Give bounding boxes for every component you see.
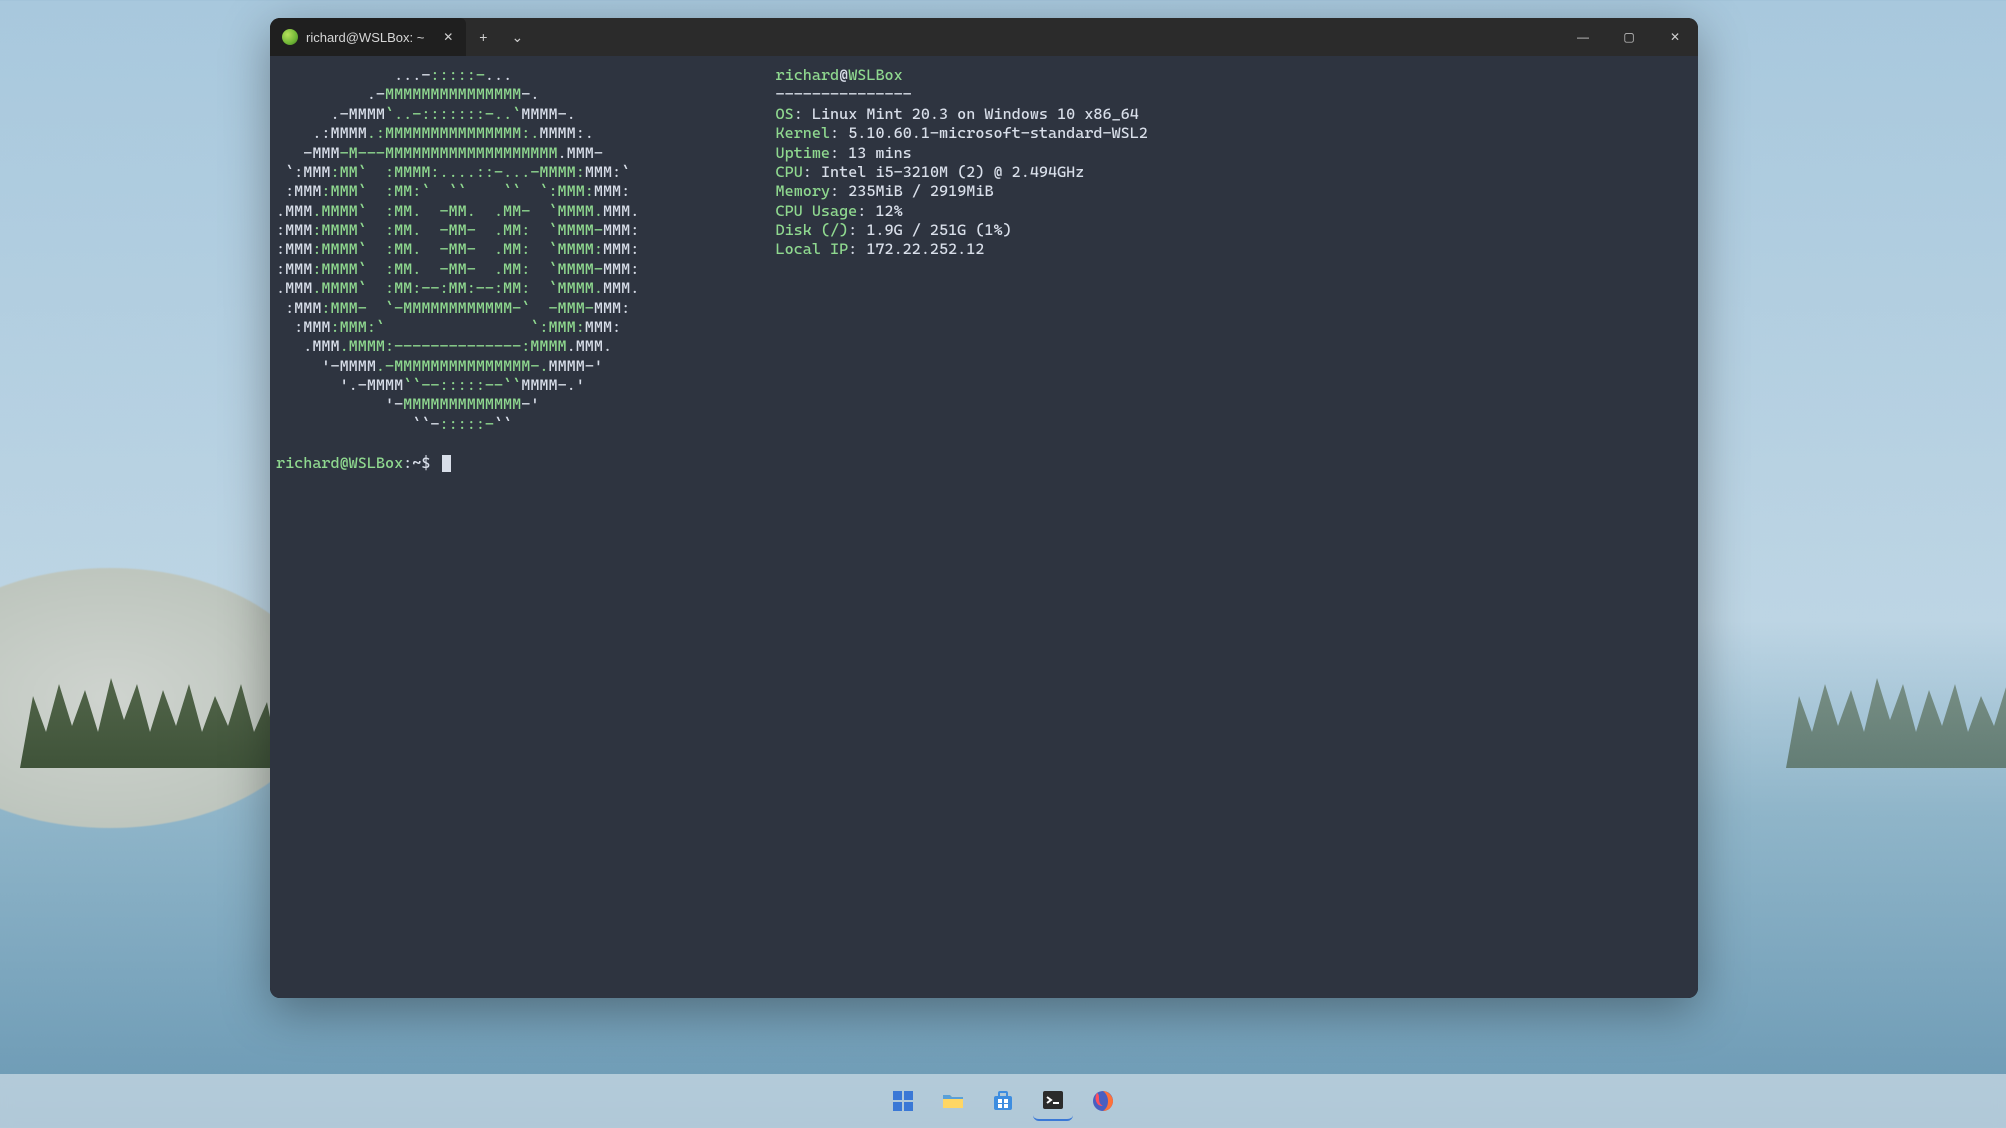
cursor xyxy=(442,455,451,472)
tab-dropdown-button[interactable]: ⌄ xyxy=(500,18,534,56)
new-tab-button[interactable]: + xyxy=(466,18,500,56)
store-icon xyxy=(991,1089,1015,1113)
terminal-window: richard@WSLBox: ~ ✕ + ⌄ ― ▢ ✕ ...-:::::-… xyxy=(270,18,1698,998)
windows-icon xyxy=(891,1089,915,1113)
maximize-button[interactable]: ▢ xyxy=(1606,18,1652,56)
titlebar-drag-region[interactable] xyxy=(534,18,1560,56)
tab-title: richard@WSLBox: ~ xyxy=(306,30,424,45)
mint-icon xyxy=(282,29,298,45)
firefox-button[interactable] xyxy=(1083,1081,1123,1121)
minimize-button[interactable]: ― xyxy=(1560,18,1606,56)
file-explorer-button[interactable] xyxy=(933,1081,973,1121)
terminal-icon xyxy=(1041,1088,1065,1112)
close-button[interactable]: ✕ xyxy=(1652,18,1698,56)
windows-terminal-button[interactable] xyxy=(1033,1081,1073,1121)
folder-icon xyxy=(941,1089,965,1113)
terminal-tab[interactable]: richard@WSLBox: ~ ✕ xyxy=(270,18,466,56)
terminal-content[interactable]: ...-:::::-... richard@WSLBox .-MMMMMMMMM… xyxy=(270,56,1698,998)
microsoft-store-button[interactable] xyxy=(983,1081,1023,1121)
tab-close-button[interactable]: ✕ xyxy=(440,29,456,45)
window-titlebar[interactable]: richard@WSLBox: ~ ✕ + ⌄ ― ▢ ✕ xyxy=(270,18,1698,56)
firefox-icon xyxy=(1091,1089,1115,1113)
start-button[interactable] xyxy=(883,1081,923,1121)
windows-taskbar[interactable] xyxy=(0,1074,2006,1128)
